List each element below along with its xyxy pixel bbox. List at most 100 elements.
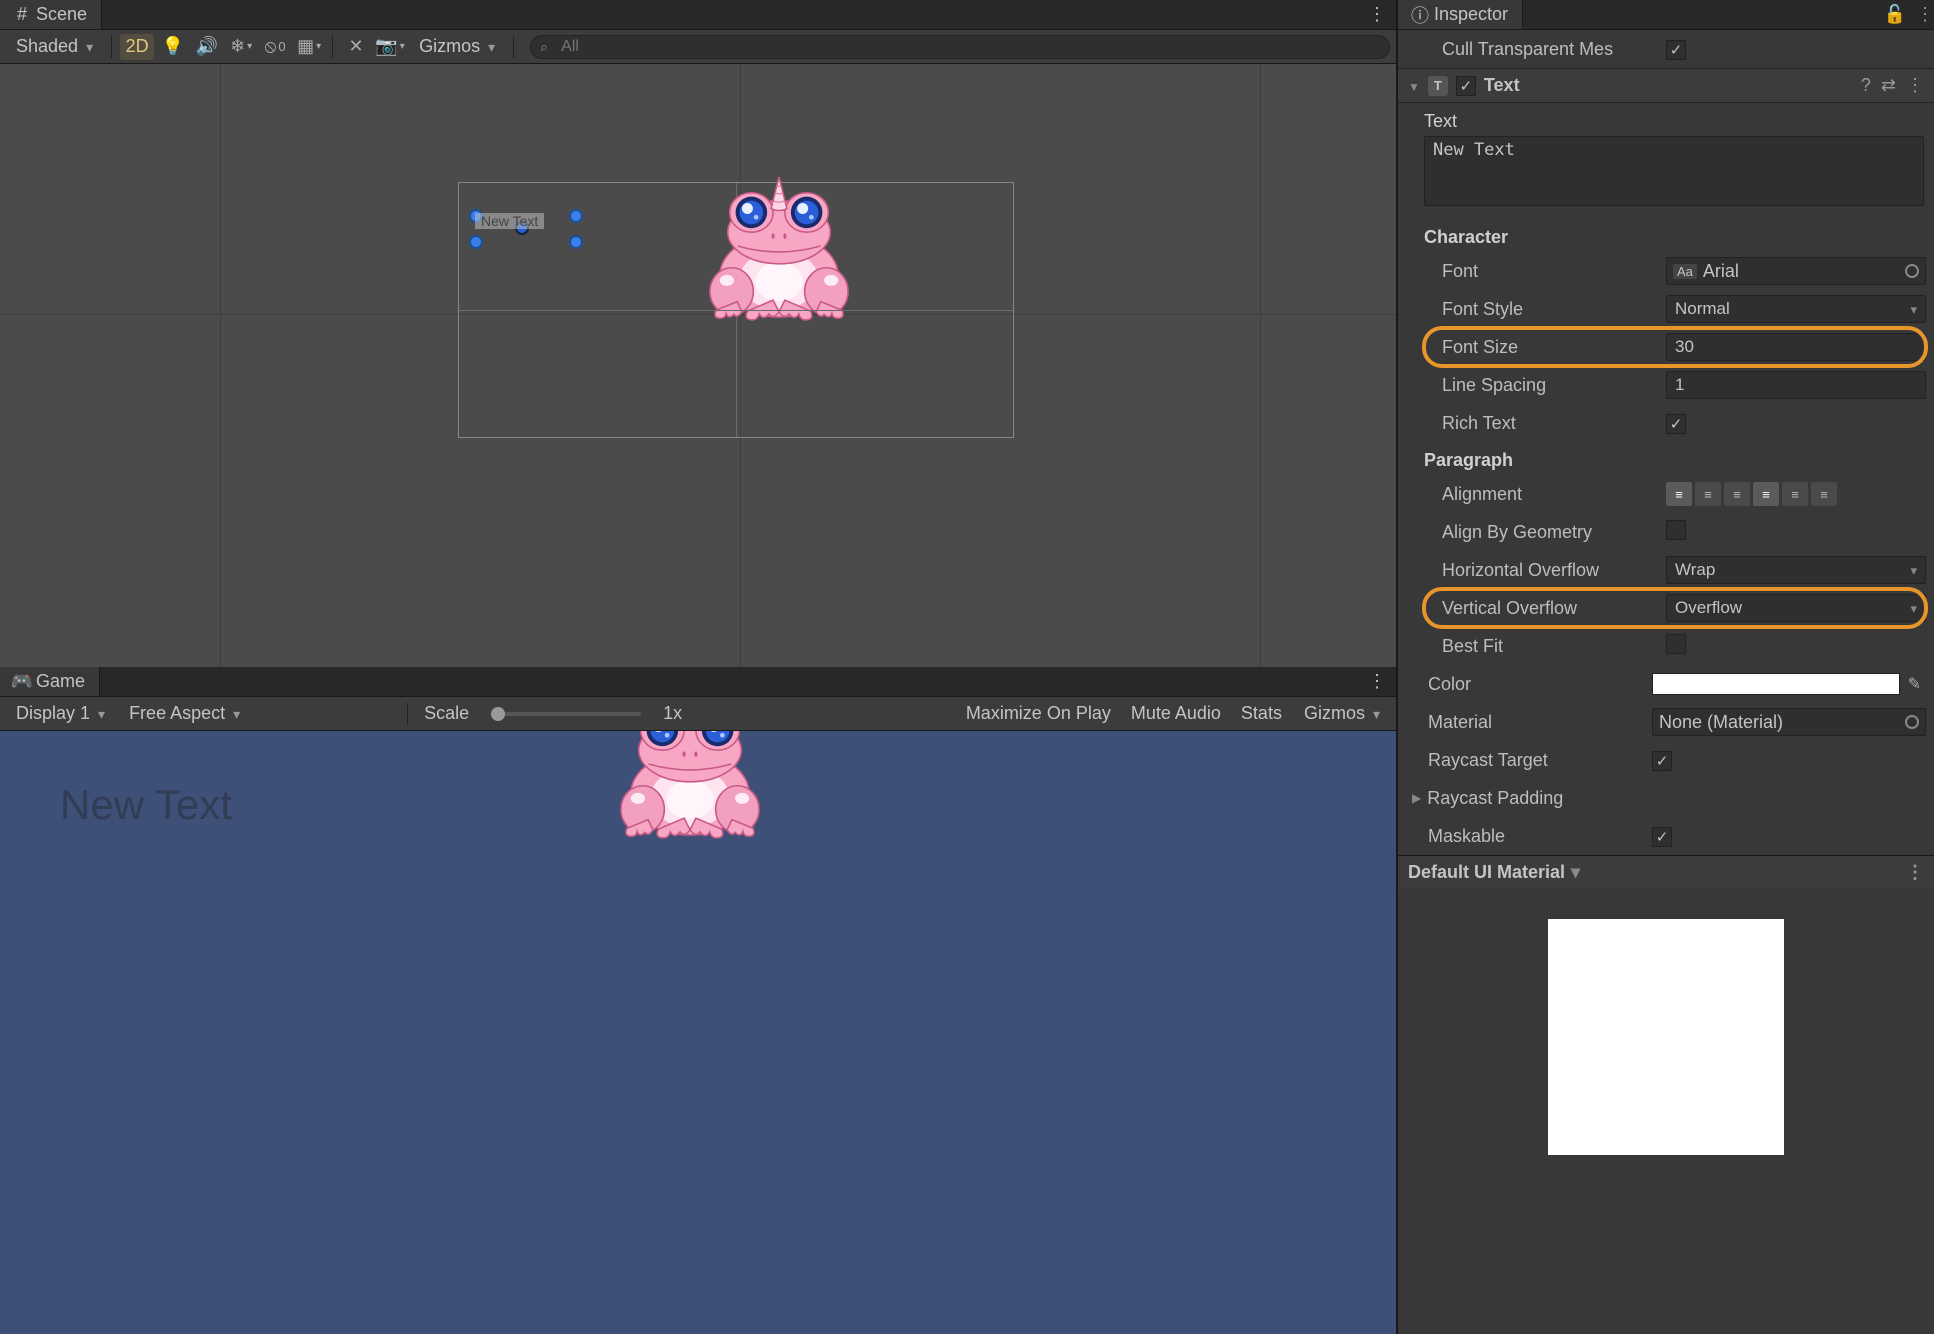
align-geometry-checkbox[interactable] [1666, 520, 1686, 540]
material-menu-icon[interactable]: ⋮ [1906, 862, 1924, 883]
character-heading: Character [1398, 219, 1934, 252]
raycast-target-checkbox[interactable]: ✓ [1652, 751, 1672, 771]
maskable-label: Maskable [1428, 826, 1652, 847]
scene-view[interactable]: New Text [0, 64, 1396, 667]
hidden-objects-icon[interactable]: ⦸0 [260, 34, 290, 60]
v-overflow-label: Vertical Overflow [1442, 598, 1666, 619]
tab-scene-label: Scene [36, 4, 87, 25]
align-geometry-label: Align By Geometry [1442, 522, 1666, 543]
font-label: Font [1442, 261, 1666, 282]
preset-icon[interactable]: ⇄ [1881, 75, 1896, 96]
best-fit-checkbox[interactable] [1666, 634, 1686, 654]
tab-game-label: Game [36, 671, 85, 692]
text-component-icon: T [1428, 76, 1448, 96]
scene-frog-sprite [639, 173, 919, 328]
material-swatch [1548, 919, 1784, 1155]
rect-handle[interactable] [569, 209, 583, 223]
text-component-header[interactable]: T ✓ Text ? ⇄ ⋮ [1398, 68, 1934, 103]
maximize-toggle[interactable]: Maximize On Play [958, 703, 1119, 724]
inspector-tab-menu[interactable]: ⋮ [1916, 4, 1934, 25]
tab-inspector-label: Inspector [1434, 4, 1508, 25]
rect-handle[interactable] [469, 235, 483, 249]
paragraph-heading: Paragraph [1398, 442, 1934, 475]
fx-dropdown-icon[interactable]: ❄▾ [226, 34, 256, 60]
game-text-overlay: New Text [60, 781, 232, 829]
scene-text-element[interactable]: New Text [475, 213, 544, 229]
lighting-toggle-icon[interactable]: 💡 [158, 34, 188, 60]
lock-icon[interactable]: 🔓 [1884, 4, 1906, 25]
h-overflow-select[interactable]: Wrap [1666, 556, 1926, 584]
align-top-button[interactable]: ≡ [1753, 482, 1779, 506]
toggle-2d-button[interactable]: 2D [120, 34, 154, 60]
component-menu-icon[interactable]: ⋮ [1906, 75, 1924, 96]
camera-dropdown-icon[interactable]: 📷▾ [375, 34, 405, 60]
align-middle-button[interactable]: ≡ [1782, 482, 1808, 506]
scene-grid-icon: # [14, 7, 30, 23]
stats-toggle[interactable]: Stats [1233, 703, 1290, 724]
text-value-textarea[interactable] [1424, 136, 1924, 206]
maskable-checkbox[interactable]: ✓ [1652, 827, 1672, 847]
color-field[interactable] [1652, 673, 1900, 695]
align-center-button[interactable]: ≡ [1695, 482, 1721, 506]
scene-toolbar: Shaded 2D 💡 🔊 ❄▾ ⦸0 ▦▾ ✕ 📷▾ Gizmos ⌕ [0, 30, 1396, 64]
font-size-input[interactable] [1666, 333, 1926, 361]
inspector-tab-row: ⓘ Inspector 🔓 ⋮ [1398, 0, 1934, 30]
game-toolbar: Display 1 Free Aspect Scale 1x Maximize … [0, 697, 1396, 731]
font-field[interactable]: AaArial [1666, 257, 1926, 285]
rect-handle[interactable] [569, 235, 583, 249]
cull-transparent-checkbox[interactable]: ✓ [1666, 40, 1686, 60]
game-controller-icon: 🎮 [14, 674, 30, 690]
foldout-icon[interactable]: ▶ [1412, 791, 1421, 805]
tab-game[interactable]: 🎮 Game [0, 667, 100, 696]
line-spacing-label: Line Spacing [1442, 375, 1666, 396]
tab-inspector[interactable]: ⓘ Inspector [1398, 0, 1523, 29]
align-right-button[interactable]: ≡ [1724, 482, 1750, 506]
v-overflow-select[interactable]: Overflow [1666, 594, 1926, 622]
font-style-label: Font Style [1442, 299, 1666, 320]
info-icon: ⓘ [1412, 7, 1428, 23]
material-field[interactable]: None (Material) [1652, 708, 1926, 736]
component-name: Text [1484, 75, 1520, 96]
default-material-header[interactable]: Default UI Material ⋮ [1398, 856, 1934, 889]
shading-mode-dropdown[interactable]: Shaded [6, 34, 103, 60]
help-icon[interactable]: ? [1861, 75, 1871, 96]
scale-value: 1x [655, 703, 690, 724]
gizmos-dropdown[interactable]: Gizmos [409, 34, 505, 60]
game-tab-menu[interactable]: ⋮ [1358, 667, 1396, 696]
inspector-body: Cull Transparent Mes ✓ T ✓ Text ? ⇄ ⋮ Te… [1398, 30, 1934, 1334]
line-spacing-input[interactable] [1666, 371, 1926, 399]
alignment-label: Alignment [1442, 484, 1666, 505]
material-preview [1398, 889, 1934, 1185]
game-frog-sprite [360, 731, 1020, 846]
tools-icon[interactable]: ✕ [341, 34, 371, 60]
rich-text-checkbox[interactable]: ✓ [1666, 414, 1686, 434]
scene-search-input[interactable] [530, 35, 1390, 59]
display-dropdown[interactable]: Display 1 [6, 701, 115, 727]
chevron-down-icon [488, 36, 495, 57]
component-enabled-checkbox[interactable]: ✓ [1456, 76, 1476, 96]
game-gizmos-dropdown[interactable]: Gizmos [1294, 701, 1390, 727]
audio-toggle-icon[interactable]: 🔊 [192, 34, 222, 60]
best-fit-label: Best Fit [1442, 636, 1666, 657]
mute-toggle[interactable]: Mute Audio [1123, 703, 1229, 724]
text-field-label: Text [1398, 103, 1934, 136]
scale-slider[interactable] [491, 712, 641, 716]
align-bottom-button[interactable]: ≡ [1811, 482, 1837, 506]
tab-scene[interactable]: # Scene [0, 0, 102, 29]
chevron-down-icon [86, 36, 93, 57]
scale-label: Scale [416, 703, 477, 724]
font-style-select[interactable]: Normal [1666, 295, 1926, 323]
object-picker-icon[interactable] [1905, 264, 1919, 278]
raycast-padding-label: Raycast Padding [1427, 788, 1651, 809]
foldout-icon[interactable] [1408, 75, 1420, 96]
raycast-target-label: Raycast Target [1428, 750, 1652, 771]
scene-tab-menu[interactable]: ⋮ [1358, 0, 1396, 29]
scene-tab-row: # Scene ⋮ [0, 0, 1396, 30]
aspect-dropdown[interactable]: Free Aspect [119, 701, 399, 727]
grid-dropdown-icon[interactable]: ▦▾ [294, 34, 324, 60]
align-left-button[interactable]: ≡ [1666, 482, 1692, 506]
object-picker-icon[interactable] [1905, 715, 1919, 729]
game-tab-row: 🎮 Game ⋮ [0, 667, 1396, 697]
scene-canvas-rect[interactable]: New Text [458, 182, 1014, 438]
cull-transparent-label: Cull Transparent Mes [1442, 39, 1666, 60]
